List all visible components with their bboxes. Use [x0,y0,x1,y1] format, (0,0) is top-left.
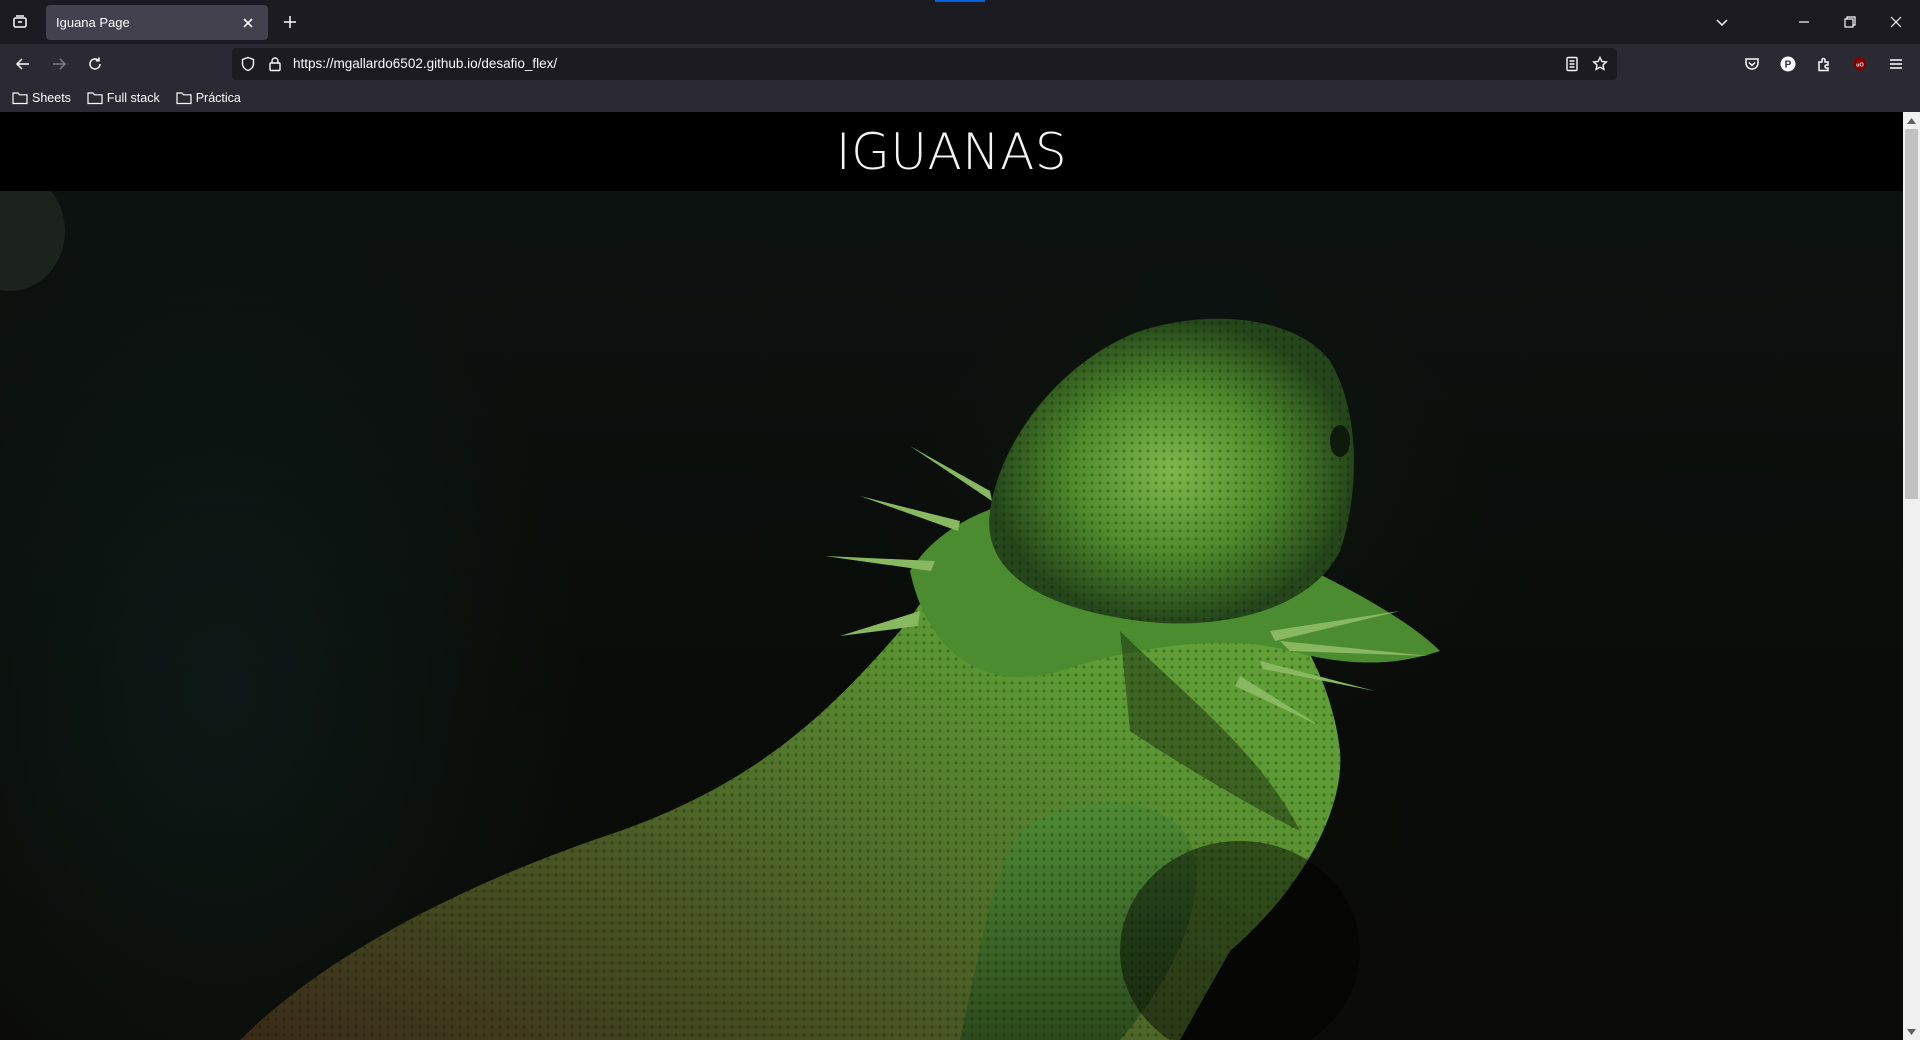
restore-icon[interactable] [1827,0,1873,44]
lizard-photo [0,191,1440,1040]
bookmark-folder-sheets[interactable]: Sheets [10,87,73,109]
active-tab[interactable]: Iguana Page [46,5,268,40]
scroll-up-arrow-icon[interactable] [1903,112,1920,129]
page-title: IGUANAS [835,122,1068,181]
bookmark-label: Full stack [106,91,160,105]
scroll-thumb[interactable] [1905,129,1918,499]
list-all-tabs-icon[interactable] [4,6,36,38]
new-tab-icon[interactable] [274,6,306,38]
back-icon[interactable] [7,48,39,80]
folder-icon [87,92,103,105]
hero-image [0,191,1903,1040]
page-viewport: IGUANAS [0,112,1903,1040]
url-text[interactable]: https://mgallardo6502.github.io/desafio_… [293,56,557,71]
reload-icon[interactable] [79,48,111,80]
minimize-icon[interactable] [1781,0,1827,44]
pocket-icon[interactable] [1736,48,1768,80]
bookmark-folder-practica[interactable]: Práctica [174,87,243,109]
bookmark-label: Práctica [195,91,241,105]
reader-view-icon[interactable] [1564,56,1580,72]
bookmark-star-icon[interactable] [1592,55,1608,72]
bookmarks-toolbar: Sheets Full stack Práctica [0,84,1920,112]
tracking-shield-icon[interactable] [240,56,256,72]
account-icon[interactable]: P [1772,48,1804,80]
folder-icon [12,92,28,105]
app-menu-icon[interactable] [1880,48,1912,80]
bookmark-label: Sheets [32,91,71,105]
extensions-icon[interactable] [1808,48,1840,80]
forward-icon[interactable] [43,48,75,80]
scroll-down-arrow-icon[interactable] [1903,1023,1920,1040]
ublock-icon[interactable]: uO [1844,48,1876,80]
folder-icon [176,92,192,105]
tab-strip: Iguana Page [0,0,1920,44]
navigation-toolbar: https://mgallardo6502.github.io/desafio_… [0,44,1920,84]
tab-overflow-icon[interactable] [1706,6,1738,38]
tab-strip-accent [935,0,985,2]
svg-text:uO: uO [1856,63,1864,69]
url-bar[interactable]: https://mgallardo6502.github.io/desafio_… [232,48,1617,80]
svg-text:P: P [1785,60,1792,71]
tab-close-icon[interactable] [238,13,258,33]
page-header: IGUANAS [0,112,1903,191]
page-scrollbar[interactable] [1903,112,1920,1040]
lock-icon[interactable] [267,56,283,72]
close-window-icon[interactable] [1873,0,1919,44]
bookmark-folder-full-stack[interactable]: Full stack [85,87,162,109]
tab-title: Iguana Page [56,15,130,30]
